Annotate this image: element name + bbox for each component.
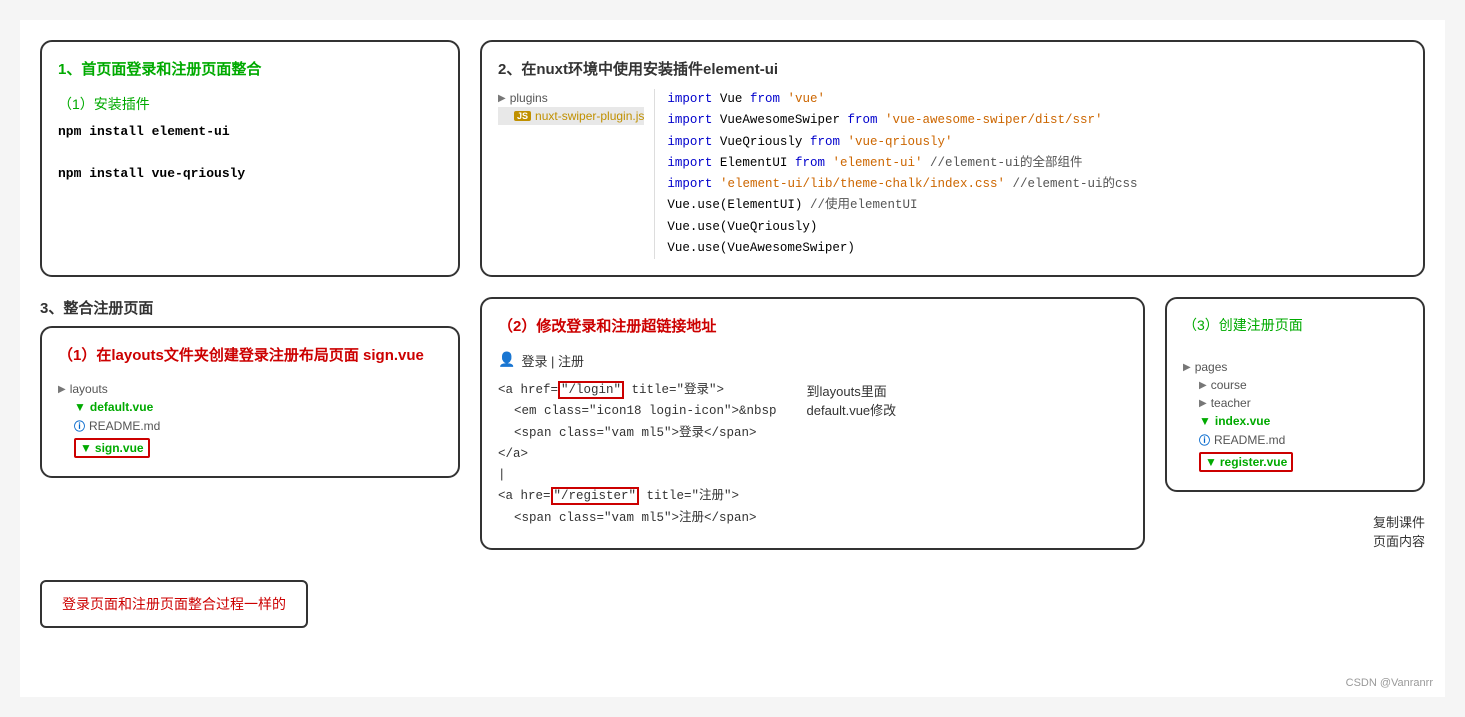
- teacher-label: teacher: [1211, 396, 1251, 410]
- course-arrow: ▶: [1199, 380, 1207, 391]
- readme-item: ⓘ README.md: [58, 416, 420, 436]
- register-vue-label: register.vue: [1220, 455, 1287, 469]
- code-line-1: import Vue from 'vue': [667, 89, 1407, 110]
- box1-subtitle: （1）安装插件: [58, 94, 442, 114]
- register-vue-item: ▼ register.vue: [1183, 450, 1385, 474]
- code-line-2: import VueAwesomeSwiper from 'vue-awesom…: [667, 110, 1407, 131]
- box4-side-note: 到layouts里面 default.vue修改: [807, 381, 897, 419]
- code-line-4: import ElementUI from 'element-ui' //ele…: [667, 153, 1407, 174]
- code-line-5: import 'element-ui/lib/theme-chalk/index…: [667, 174, 1407, 195]
- box2-container: 2、在nuxt环境中使用安装插件element-ui ▶ plugins JS …: [480, 40, 1425, 277]
- top-grid: 1、首页面登录和注册页面整合 （1）安装插件 npm install eleme…: [40, 40, 1425, 277]
- default-vue-label: default.vue: [90, 400, 153, 414]
- register-vue-icon: ▼: [1205, 455, 1217, 469]
- copy-note-line1: 复制课件: [1165, 512, 1425, 531]
- bottom-box: 登录页面和注册页面整合过程一样的: [40, 580, 308, 628]
- teacher-folder: ▶ teacher: [1183, 394, 1385, 412]
- pages-folder: ▶ pages: [1183, 358, 1385, 376]
- side-note-line1: 到layouts里面: [807, 381, 897, 400]
- pages-label: pages: [1195, 360, 1228, 374]
- register-href-highlight: "/register": [551, 487, 640, 505]
- box3-subtitle: （1）在layouts文件夹创建登录注册布局页面 sign.vue: [58, 344, 442, 365]
- box4-code: <a href="/login" title="登录"> <em class="…: [498, 380, 777, 529]
- box5-subtitle: （3）创建注册页面: [1183, 315, 1407, 335]
- pages-arrow: ▶: [1183, 362, 1191, 373]
- code-line-6: Vue.use(ElementUI) //使用elementUI: [667, 195, 1407, 216]
- box1-code-line2: npm install vue-qriously: [58, 164, 442, 185]
- js-badge: JS: [514, 111, 531, 121]
- code-line-7: Vue.use(VueQriously): [667, 217, 1407, 238]
- box5-outer: （3）创建注册页面 ▶ pages ▶ course ▶ teacher: [1165, 297, 1425, 550]
- sign-vue-highlight: ▼ sign.vue: [74, 438, 150, 458]
- copy-note: 复制课件 页面内容: [1165, 512, 1425, 550]
- code-line-3: import VueQriously from 'vue-qriously': [667, 132, 1407, 153]
- box1-container: 1、首页面登录和注册页面整合 （1）安装插件 npm install eleme…: [40, 40, 460, 277]
- code-html-5: |: [498, 465, 777, 486]
- code-html-1: <a href="/login" title="登录">: [498, 380, 777, 401]
- teacher-arrow: ▶: [1199, 398, 1207, 409]
- sign-vue-label: sign.vue: [95, 441, 144, 455]
- box2-title: 2、在nuxt环境中使用安装插件element-ui: [498, 58, 1407, 79]
- layouts-arrow: ▶: [58, 384, 66, 395]
- box1-title: 1、首页面登录和注册页面整合: [58, 58, 442, 79]
- index-vue-item: ▼ index.vue: [1183, 412, 1385, 430]
- nav-bar: 👤 登录 | 注册: [498, 351, 777, 370]
- readme-icon: ⓘ: [74, 418, 85, 434]
- file-tree-box5: ▶ pages ▶ course ▶ teacher ▼ index.vue: [1183, 358, 1395, 474]
- box4-nav-area: 👤 登录 | 注册 <a href="/login" title="登录"> <…: [498, 351, 777, 529]
- footer-credit: CSDN @Vanranrr: [1346, 677, 1433, 689]
- code-html-3: <span class="vam ml5">登录</span>: [498, 423, 777, 444]
- bottom-grid: 3、整合注册页面 （1）在layouts文件夹创建登录注册布局页面 sign.v…: [40, 297, 1425, 550]
- default-vue-icon: ▼: [74, 400, 86, 414]
- code-html-2: <em class="icon18 login-icon">&nbsp: [498, 401, 777, 422]
- user-icon: 👤: [498, 352, 515, 369]
- layouts-label: layouts: [70, 382, 108, 396]
- editor-panel: ▶ plugins JS nuxt-swiper-plugin.js impor…: [498, 89, 1407, 259]
- file-tree-box2: ▶ plugins JS nuxt-swiper-plugin.js: [498, 89, 655, 259]
- box3-outer: 3、整合注册页面 （1）在layouts文件夹创建登录注册布局页面 sign.v…: [40, 297, 460, 550]
- folder-arrow: ▶: [498, 93, 506, 104]
- box1-code-line1: npm install element-ui: [58, 122, 442, 143]
- sign-vue-item: ▼ sign.vue: [58, 436, 420, 460]
- file-tree-box3: ▶ layouts ▼ default.vue ⓘ README.md ▼: [58, 380, 430, 460]
- code-html-7: <span class="vam ml5">注册</span>: [498, 508, 777, 529]
- bottom-note-area: 登录页面和注册页面整合过程一样的: [40, 570, 1425, 628]
- index-vue-icon: ▼: [1199, 414, 1211, 428]
- sign-vue-icon: ▼: [80, 441, 92, 455]
- layouts-folder: ▶ layouts: [58, 380, 420, 398]
- code-line-8: Vue.use(VueAwesomeSwiper): [667, 238, 1407, 259]
- box4-content: 👤 登录 | 注册 <a href="/login" title="登录"> <…: [498, 351, 1127, 529]
- readme-label-5: README.md: [1214, 433, 1285, 447]
- copy-note-line2: 页面内容: [1165, 531, 1425, 550]
- index-vue-label: index.vue: [1215, 414, 1270, 428]
- readme-icon-5: ⓘ: [1199, 432, 1210, 448]
- register-vue-highlight: ▼ register.vue: [1199, 452, 1293, 472]
- readme-item-5: ⓘ README.md: [1183, 430, 1385, 450]
- default-vue-item: ▼ default.vue: [58, 398, 420, 416]
- page-wrapper: 1、首页面登录和注册页面整合 （1）安装插件 npm install eleme…: [20, 20, 1445, 697]
- code-area-box2: import Vue from 'vue' import VueAwesomeS…: [667, 89, 1407, 259]
- code-html-4: </a>: [498, 444, 777, 465]
- box3-container: （1）在layouts文件夹创建登录注册布局页面 sign.vue ▶ layo…: [40, 326, 460, 478]
- nav-login-register: 登录 | 注册: [521, 351, 584, 370]
- plugins-label: plugins: [510, 91, 548, 105]
- box5-container: （3）创建注册页面 ▶ pages ▶ course ▶ teacher: [1165, 297, 1425, 492]
- plugins-folder: ▶ plugins: [498, 89, 644, 107]
- login-href-highlight: "/login": [558, 381, 624, 399]
- box4-container: （2）修改登录和注册超链接地址 👤 登录 | 注册 <a href="/logi…: [480, 297, 1145, 550]
- readme-label: README.md: [89, 419, 160, 433]
- swiper-filename: nuxt-swiper-plugin.js: [535, 109, 644, 123]
- course-folder: ▶ course: [1183, 376, 1385, 394]
- side-note-line2: default.vue修改: [807, 400, 897, 419]
- swiper-file[interactable]: JS nuxt-swiper-plugin.js: [498, 107, 644, 125]
- course-label: course: [1211, 378, 1247, 392]
- box4-subtitle: （2）修改登录和注册超链接地址: [498, 315, 1127, 336]
- bottom-note-text: 登录页面和注册页面整合过程一样的: [62, 596, 286, 612]
- box1-code: npm install element-ui npm install vue-q…: [58, 122, 442, 184]
- code-html-6: <a hre="/register" title="注册">: [498, 486, 777, 507]
- box3-section-number: 3、整合注册页面: [40, 297, 460, 318]
